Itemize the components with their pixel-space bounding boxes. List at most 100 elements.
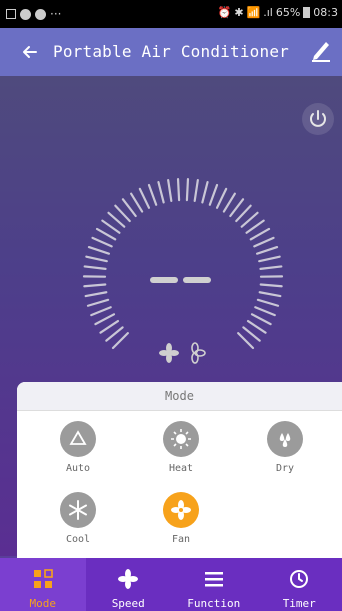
dial-tick bbox=[83, 283, 107, 288]
dial-tick bbox=[249, 227, 271, 241]
sun-icon bbox=[171, 429, 191, 449]
pencil-icon bbox=[312, 42, 330, 62]
temperature-dial[interactable] bbox=[72, 170, 310, 370]
dial-tick bbox=[259, 283, 283, 288]
mode-label: Fan bbox=[171, 534, 191, 545]
dial-tick bbox=[90, 306, 112, 317]
dial-tick bbox=[87, 245, 110, 255]
dial-tick bbox=[167, 179, 173, 202]
nav-label: Function bbox=[187, 597, 241, 610]
mode-panel-title: Mode bbox=[17, 382, 342, 411]
mode-option-fan[interactable]: Fan bbox=[151, 492, 211, 545]
dial-tick bbox=[215, 187, 228, 209]
mode-grid-icon bbox=[33, 569, 53, 588]
dial-tick bbox=[259, 265, 283, 270]
notification-icon bbox=[35, 8, 46, 20]
dial-tick bbox=[176, 178, 181, 202]
dial-tick bbox=[157, 180, 165, 204]
mode-label: Heat bbox=[168, 463, 194, 474]
mode-icon-button[interactable] bbox=[267, 421, 303, 457]
dial-tick bbox=[185, 178, 190, 202]
notification-icon bbox=[20, 8, 31, 20]
recycle-icon bbox=[69, 430, 87, 445]
water-drop-icon bbox=[279, 433, 291, 447]
dial-tick bbox=[86, 298, 110, 307]
dial-tick bbox=[250, 313, 272, 326]
wifi-icon: 📶 bbox=[246, 6, 261, 19]
fan-icon bbox=[118, 569, 139, 589]
edit-button[interactable] bbox=[310, 38, 336, 66]
dial-tick bbox=[111, 332, 129, 350]
dial-tick bbox=[83, 265, 107, 270]
fan-icon bbox=[171, 500, 191, 520]
dial-tick bbox=[85, 255, 108, 263]
nav-item-speed[interactable]: Speed bbox=[86, 558, 172, 611]
dial-tick bbox=[254, 306, 276, 317]
mode-option-auto[interactable]: Auto bbox=[48, 421, 108, 474]
dial-tick bbox=[105, 326, 124, 342]
dial-tick bbox=[84, 291, 108, 298]
dial-tick bbox=[107, 211, 126, 228]
power-icon bbox=[310, 110, 326, 127]
dial-tick bbox=[256, 245, 279, 255]
power-button[interactable] bbox=[302, 103, 334, 135]
dial-tick bbox=[101, 219, 121, 234]
clock-icon bbox=[290, 570, 309, 588]
mode-option-cool[interactable]: Cool bbox=[48, 492, 108, 545]
dial-tick bbox=[222, 192, 236, 213]
dial-tick bbox=[91, 236, 113, 248]
nav-label: Mode bbox=[29, 597, 57, 610]
app-header: Portable Air Conditioner bbox=[0, 28, 342, 76]
fan-icon bbox=[159, 343, 179, 363]
menu-icon bbox=[204, 572, 223, 587]
nav-item-timer[interactable]: Timer bbox=[257, 558, 342, 611]
dial-tick bbox=[242, 326, 261, 342]
dial-tick bbox=[201, 180, 209, 204]
dial-tick bbox=[258, 291, 282, 298]
image-notification-icon bbox=[6, 9, 16, 19]
mode-label: Auto bbox=[65, 463, 91, 474]
dial-tick bbox=[114, 204, 131, 223]
status-left-icons: ··· bbox=[6, 7, 61, 21]
dial-tick bbox=[235, 204, 252, 223]
dial-tick bbox=[240, 211, 259, 228]
mode-icon-button[interactable] bbox=[60, 492, 96, 528]
clock-text: 08:3 bbox=[313, 6, 338, 19]
mode-icon-button[interactable] bbox=[60, 421, 96, 457]
dial-tick bbox=[246, 319, 267, 334]
status-right-icons: ⏰ ✱ 📶 .ıl 65% 08:3 bbox=[218, 6, 338, 19]
mode-icon-button[interactable] bbox=[163, 492, 199, 528]
mode-option-dry[interactable]: Dry bbox=[255, 421, 315, 474]
nav-item-mode[interactable]: Mode bbox=[0, 558, 86, 611]
nav-label: Timer bbox=[282, 597, 316, 610]
dial-tick bbox=[253, 236, 275, 248]
dial-tick bbox=[245, 219, 265, 234]
page-title: Portable Air Conditioner bbox=[53, 42, 289, 61]
dial-tick bbox=[237, 332, 255, 350]
more-notifications-icon: ··· bbox=[50, 7, 62, 21]
dial-tick bbox=[99, 319, 120, 334]
snowflake-icon bbox=[69, 500, 87, 520]
battery-percent: 65% bbox=[275, 6, 301, 19]
signal-text: .ıl bbox=[263, 6, 273, 19]
nav-item-function[interactable]: Function bbox=[171, 558, 257, 611]
bluetooth-icon: ✱ bbox=[234, 6, 244, 19]
temperature-dash bbox=[150, 277, 178, 283]
alarm-icon: ⏰ bbox=[217, 6, 232, 19]
dial-tick bbox=[94, 313, 116, 326]
dial-tick bbox=[138, 187, 151, 209]
nav-label: Speed bbox=[111, 597, 145, 610]
mode-label: Cool bbox=[65, 534, 91, 545]
dial-tick bbox=[229, 198, 245, 218]
dial-tick bbox=[208, 183, 219, 206]
mode-panel: Mode Auto Heat Dry Cool Fan bbox=[17, 382, 342, 558]
battery-icon bbox=[303, 7, 311, 18]
mode-label: Dry bbox=[275, 463, 295, 474]
dial-tick bbox=[256, 298, 280, 307]
dial-tick bbox=[95, 227, 117, 241]
bottom-nav: Mode Speed Function Timer bbox=[0, 558, 342, 611]
dial-tick bbox=[130, 192, 144, 213]
status-bar: ··· ⏰ ✱ 📶 .ıl 65% 08:3 bbox=[0, 0, 342, 28]
mode-option-heat[interactable]: Heat bbox=[151, 421, 211, 474]
mode-icon-button[interactable] bbox=[163, 421, 199, 457]
